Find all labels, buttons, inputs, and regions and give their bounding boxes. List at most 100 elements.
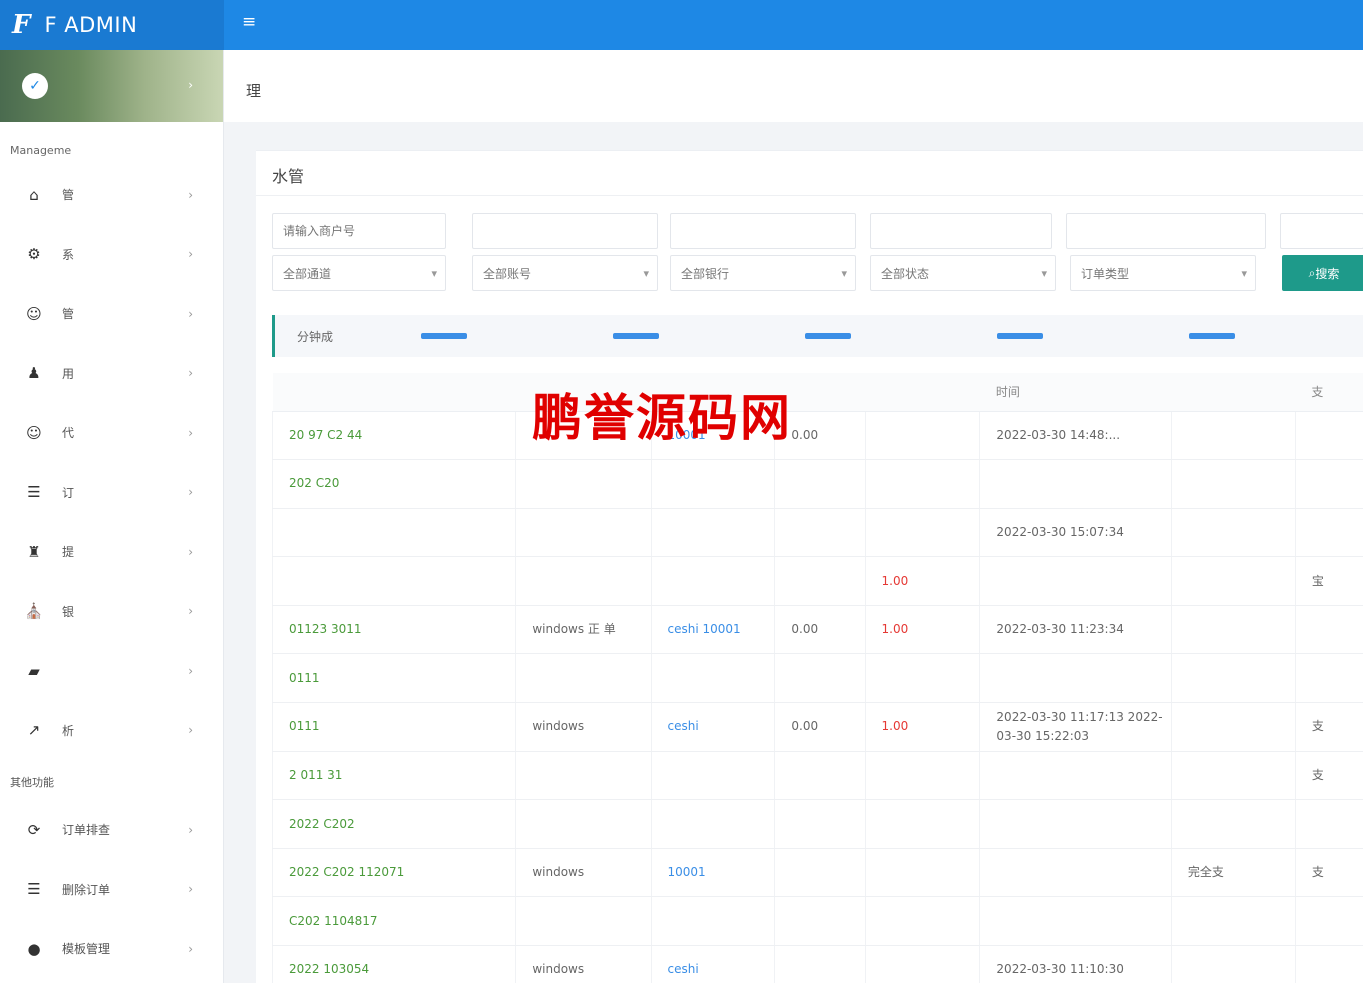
sidebar-item-7[interactable]: ⛪ 银 › [0, 582, 223, 642]
chevron-right-icon: › [188, 882, 193, 897]
cell-user[interactable] [650, 751, 775, 801]
cell-fee [774, 896, 866, 947]
search-button[interactable]: ⌕ 搜索 [1282, 255, 1363, 291]
cell-user[interactable] [650, 508, 775, 558]
cell-time [979, 751, 1172, 801]
cell-pay [1294, 653, 1363, 704]
avatar-icon: ✓ [22, 73, 48, 99]
user-panel[interactable]: ✓ › [0, 50, 223, 122]
table-row[interactable]: 0111 [271, 653, 1363, 704]
table-row[interactable]: 1.00 宝 [271, 556, 1363, 606]
filter-select-4[interactable]: 订单类型 [1070, 255, 1256, 291]
filter-select-1[interactable]: 全部账号 [472, 255, 658, 291]
column-header: 时间 [979, 373, 1172, 412]
table-row[interactable]: 2022 C202 112071 windows 10001 完全支支 [271, 848, 1363, 898]
filter-input-3[interactable] [870, 213, 1052, 249]
stats-bar: 分钟成 [272, 315, 1363, 357]
apple-icon: ● [27, 939, 41, 958]
list-icon: ☰ [27, 483, 41, 502]
filter-select-2[interactable]: 全部银行 [670, 255, 856, 291]
cell-user[interactable] [650, 896, 775, 947]
list-delete-icon: ☰ [27, 880, 41, 899]
table-row[interactable]: 0111 windows ceshi 0.00 1.00 2022-03-30 11:17… [271, 702, 1363, 752]
sidebar-item-label: 管 [62, 307, 75, 322]
filter-input-4[interactable] [1066, 213, 1266, 249]
cell-status: 完全支 [1170, 848, 1296, 898]
cell-fee [774, 653, 866, 704]
cell-user[interactable] [650, 653, 775, 704]
cell-user[interactable] [650, 459, 775, 509]
filter-text-input[interactable] [681, 224, 845, 238]
stat-item [681, 333, 851, 339]
cell-user[interactable]: ceshi [650, 945, 775, 983]
cell-pay: 宝 [1294, 556, 1363, 606]
cell-time: 2022-03-30 14:48:... [979, 411, 1172, 461]
sidebar: ✓ › Manageme ⌂ 管 › ⚙ 系 › ☺ 管 › ♟ 用 › ☺ 代 › ☰ 订 › ♜ 提 › ⛪ 银 › ▰ › ↗… [0, 50, 224, 983]
sidebar-item-6[interactable]: ♜ 提 › [0, 522, 223, 582]
table-row[interactable]: 2022-03-30 15:07:34 [271, 508, 1363, 558]
sidebar-item-5[interactable]: ☰ 订 › [0, 463, 223, 523]
sidebar-item-9[interactable]: ↗ 析 › [0, 701, 223, 761]
sidebar-item-2[interactable]: ☺ 管 › [0, 284, 223, 344]
filter-text-input[interactable] [1077, 224, 1255, 238]
filter-select-3[interactable]: 全部状态 [870, 255, 1056, 291]
filter-input-5[interactable] [1280, 213, 1363, 249]
table-row[interactable]: C202 1104817 [271, 896, 1363, 947]
filter-select-0[interactable]: 全部通道 [272, 255, 446, 291]
chevron-right-icon: › [188, 604, 193, 619]
nav-header-other: 其他功能 [10, 776, 54, 789]
cell-amount [864, 896, 980, 947]
cell-id: 0111 [271, 653, 516, 704]
table-row[interactable]: 2 011 31 支 [271, 751, 1363, 801]
cell-type: windows 正 单 [515, 605, 651, 655]
table-row[interactable]: 202 C20 [271, 459, 1363, 509]
table-row[interactable]: 2022 C202 [271, 799, 1363, 849]
cell-user[interactable]: 10001 [650, 848, 775, 898]
sidebar-item-1[interactable]: ⚙ 系 › [0, 225, 223, 285]
sidebar-item-3[interactable]: ♟ 用 › [0, 344, 223, 404]
sidebar-item-label: 银 [62, 604, 75, 619]
cell-status [1170, 896, 1296, 947]
table-row[interactable]: 2022 103054 windows ceshi 2022-03-30 11:10:… [271, 945, 1363, 983]
filter-text-input[interactable] [483, 224, 647, 238]
filter-input-2[interactable] [670, 213, 856, 249]
column-header [865, 373, 980, 412]
chevron-right-icon: › [188, 247, 193, 262]
filter-text-input[interactable] [881, 224, 1041, 238]
chevron-right-icon: › [188, 723, 193, 738]
chevron-right-icon: › [188, 822, 193, 837]
filter-input-0[interactable] [272, 213, 446, 249]
brand[interactable]: F F ADMIN [0, 0, 224, 50]
sidebar-item-other-1[interactable]: ☰ 删除订单 › [0, 860, 223, 920]
book-icon: ▰ [28, 661, 40, 680]
table-row[interactable]: 01123 3011 windows 正 单 ceshi 10001 0.00 1.00… [271, 605, 1363, 655]
cell-type [515, 459, 651, 509]
stat-value-badge [1189, 333, 1235, 339]
cell-pay [1294, 945, 1363, 983]
sidebar-item-other-2[interactable]: ● 模板管理 › [0, 919, 223, 979]
cell-amount [864, 799, 980, 849]
sidebar-item-8[interactable]: ▰ › [0, 641, 223, 701]
divider [256, 195, 1363, 196]
cell-fee [774, 848, 866, 898]
sidebar-item-other-0[interactable]: ⟳ 订单排查 › [0, 800, 223, 860]
breadcrumb: 理 [224, 50, 1363, 122]
filter-text-input[interactable] [283, 224, 435, 238]
filter-text-input[interactable] [1291, 224, 1353, 238]
cell-user[interactable] [650, 799, 775, 849]
cell-status [1170, 605, 1296, 655]
table-row[interactable]: 20 97 C2 44 10001 0.00 2022-03-30 14:48:... [271, 411, 1363, 461]
filter-input-1[interactable] [472, 213, 658, 249]
menu-toggle-icon[interactable]: ≡ [242, 12, 256, 32]
cell-user[interactable] [650, 556, 775, 606]
cell-fee [774, 459, 866, 509]
sidebar-item-label: 模板管理 [62, 942, 111, 957]
sidebar-item-4[interactable]: ☺ 代 › [0, 403, 223, 463]
cell-pay [1294, 459, 1363, 509]
cell-user[interactable]: ceshi 10001 [650, 605, 775, 655]
cell-time: 2022-03-30 11:10:30 [979, 945, 1172, 983]
cell-pay: 支 [1294, 751, 1363, 801]
cell-user[interactable]: ceshi [650, 702, 775, 752]
sidebar-item-0[interactable]: ⌂ 管 › [0, 165, 223, 225]
search-icon: ⌕ [1308, 265, 1316, 280]
